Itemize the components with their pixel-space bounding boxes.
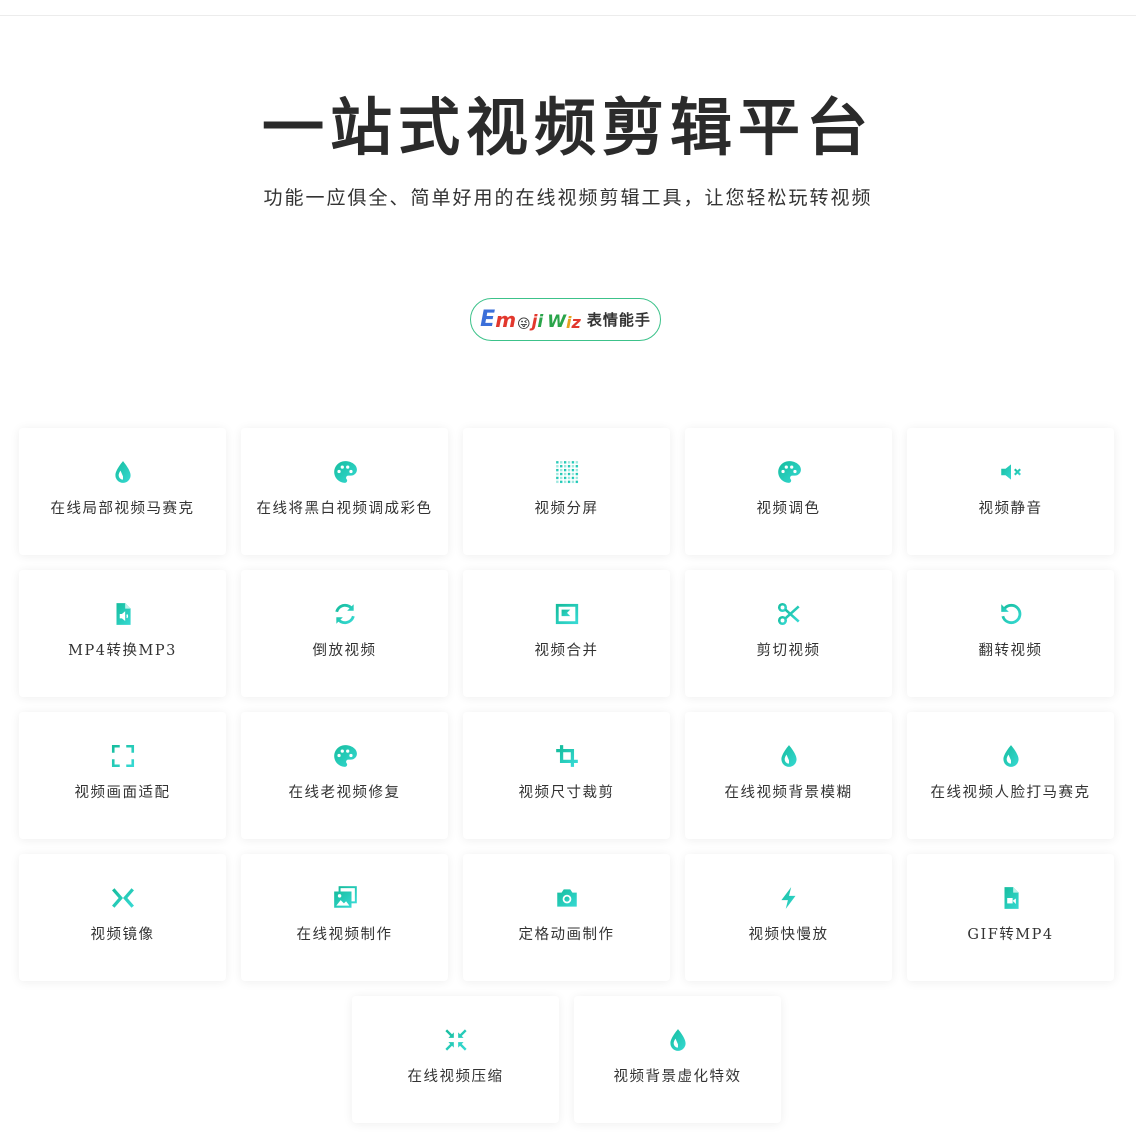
tool-card[interactable]: 视频合并 [463,570,670,697]
top-nav-bar [0,0,1136,16]
tool-card[interactable]: 翻转视频 [907,570,1114,697]
tool-card[interactable]: 视频快慢放 [685,854,892,981]
tool-card[interactable]: 在线视频人脸打马赛克 [907,712,1114,839]
tool-card[interactable]: 倒放视频 [241,570,448,697]
page-title: 一站式视频剪辑平台 [261,91,874,164]
images-icon [332,885,358,911]
tool-card-label: MP4转换MP3 [68,643,177,659]
tool-card[interactable]: GIF转MP4 [907,854,1114,981]
tool-card-label: 视频镜像 [90,927,155,943]
tool-card[interactable]: 视频背景虚化特效 [574,996,781,1123]
promo-label: 表情能手 [586,311,651,329]
palette-icon [332,743,358,769]
tool-card-label: 定格动画制作 [518,927,615,943]
tool-card[interactable]: 在线将黑白视频调成彩色 [241,428,448,555]
mirror-icon [110,885,136,911]
tool-card[interactable]: 在线视频背景模糊 [685,712,892,839]
tool-card[interactable]: 视频镜像 [19,854,226,981]
tool-card[interactable]: 视频画面适配 [19,712,226,839]
tool-card-label: 剪切视频 [756,643,821,659]
bolt-icon [776,885,802,911]
tool-card-label: 视频快慢放 [748,927,829,943]
tool-card[interactable]: 定格动画制作 [463,854,670,981]
palette-icon [332,459,358,485]
tool-card-label: 视频画面适配 [74,785,171,801]
drop-icon [998,743,1024,769]
tool-card[interactable]: 在线视频压缩 [352,996,559,1123]
merge-frame-icon [554,601,580,627]
tool-card-label: 在线视频背景模糊 [724,785,853,801]
tool-card[interactable]: 剪切视频 [685,570,892,697]
tool-card-label: 在线视频人脸打马赛克 [930,785,1091,801]
tool-card[interactable]: 视频静音 [907,428,1114,555]
drop-icon [776,743,802,769]
tool-card-label: 倒放视频 [312,643,377,659]
tool-card-label: 翻转视频 [978,643,1043,659]
tool-card-label: GIF转MP4 [967,927,1054,943]
tool-card[interactable]: 在线老视频修复 [241,712,448,839]
tool-card-label: 在线局部视频马赛克 [50,501,195,517]
drop-icon [665,1027,691,1053]
tool-card-label: 在线视频压缩 [407,1069,504,1085]
tool-card-label: 在线老视频修复 [288,785,401,801]
tool-card[interactable]: MP4转换MP3 [19,570,226,697]
scissors-icon [776,601,802,627]
fullscreen-icon [110,743,136,769]
tool-card-label: 视频调色 [756,501,821,517]
tool-card[interactable]: 在线局部视频马赛克 [19,428,226,555]
emojiwiz-promo-button[interactable]: E m 😜 j i W i z 表情能手 [470,298,661,341]
tool-card-label: 视频背景虚化特效 [613,1069,742,1085]
palette-icon [776,459,802,485]
tool-card-label: 视频分屏 [534,501,599,517]
tool-card-label: 在线将黑白视频调成彩色 [256,501,433,517]
video-file-icon [998,885,1024,911]
emojiwiz-logo: E m 😜 j i W i z [480,307,581,332]
tool-card-label: 在线视频制作 [296,927,393,943]
camera-icon [554,885,580,911]
tool-card-label: 视频尺寸裁剪 [518,785,615,801]
tool-card-label: 视频合并 [534,643,599,659]
tool-card[interactable]: 在线视频制作 [241,854,448,981]
tool-card[interactable]: 视频调色 [685,428,892,555]
tool-card[interactable]: 视频分屏 [463,428,670,555]
audio-file-icon [110,601,136,627]
rotate-icon [998,601,1024,627]
grid-dots-icon [554,459,580,485]
page-subtitle: 功能一应俱全、简单好用的在线视频剪辑工具，让您轻松玩转视频 [263,187,873,209]
drop-icon [110,459,136,485]
crop-icon [554,743,580,769]
tool-card[interactable]: 视频尺寸裁剪 [463,712,670,839]
compress-icon [443,1027,469,1053]
tool-card-label: 视频静音 [978,501,1043,517]
mute-icon [998,459,1024,485]
refresh-icon [332,601,358,627]
